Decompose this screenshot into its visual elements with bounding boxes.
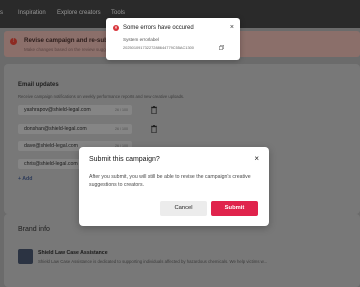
nav-item-partial[interactable]: s — [0, 10, 3, 16]
brand-info-title: Brand info — [18, 226, 50, 233]
close-icon[interactable]: × — [254, 155, 259, 163]
email-updates-title: Email updates — [18, 82, 59, 88]
email-value: chris@shield-legal.com — [24, 161, 78, 167]
error-icon: × — [113, 25, 119, 31]
brand-description: Shield Law Case Assistance is dedicated … — [38, 259, 268, 264]
email-value: yashrapov@shield-legal.com — [24, 107, 91, 113]
add-email-link[interactable]: + Add — [18, 176, 32, 182]
cancel-button[interactable]: Cancel — [160, 201, 207, 216]
submit-button[interactable]: Submit — [211, 201, 258, 216]
char-count: 26 / 100 — [115, 127, 128, 131]
nav-item-explore-creators[interactable]: Explore creators — [57, 10, 101, 16]
banner-subtitle: Make changes based on the review sugg — [24, 47, 106, 52]
email-updates-description: Receive campaign notifications on weekly… — [18, 94, 185, 99]
email-value: dave@shield-legal.com — [24, 143, 78, 149]
email-value: donshan@shield-legal.com — [24, 126, 87, 132]
warning-icon: ! — [10, 38, 17, 45]
error-code: 20250109173227288644779C55AC1300 — [123, 45, 194, 50]
nav-item-tools[interactable]: Tools — [111, 10, 125, 16]
nav-item-inspiration[interactable]: Inspiration — [18, 10, 46, 16]
error-toast: × Some errors have occured × System erro… — [106, 18, 240, 60]
email-field[interactable]: donshan@shield-legal.com 26 / 100 — [18, 124, 132, 134]
toast-title: Some errors have occured — [123, 25, 194, 31]
dialog-title: Submit this campaign? — [89, 156, 160, 163]
trash-icon[interactable] — [151, 125, 157, 133]
trash-icon[interactable] — [151, 106, 157, 114]
toast-label: System errorlabel — [123, 37, 159, 42]
email-field[interactable]: yashrapov@shield-legal.com 26 / 100 — [18, 105, 132, 115]
close-icon[interactable]: × — [230, 24, 234, 31]
char-count: 26 / 100 — [115, 108, 128, 112]
copy-icon[interactable] — [219, 45, 224, 50]
dialog-body: After you submit, you will still be able… — [89, 174, 251, 188]
brand-logo — [18, 249, 33, 264]
brand-name: Shield Law Case Assistance — [38, 250, 108, 256]
submit-campaign-dialog: Submit this campaign? × After you submit… — [79, 147, 269, 226]
